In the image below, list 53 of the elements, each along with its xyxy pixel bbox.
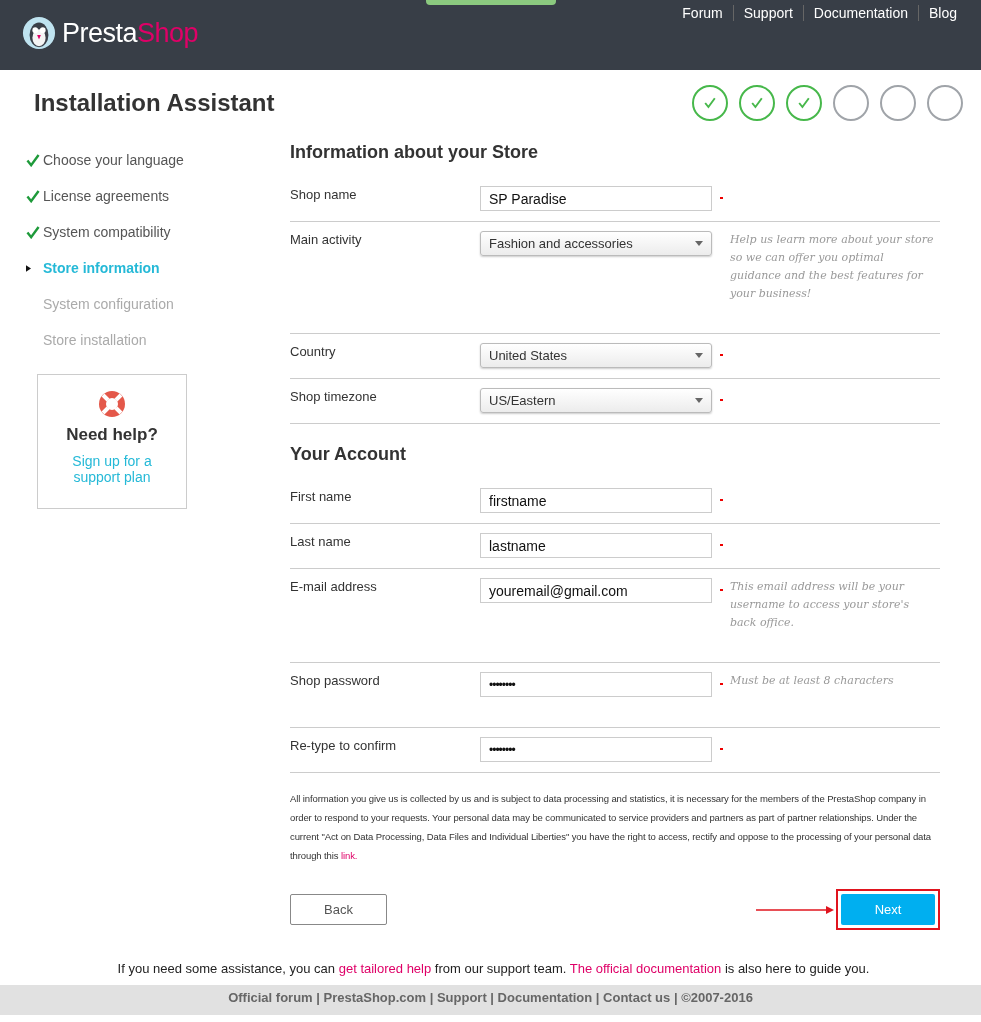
arrow-icon [756,905,834,914]
assistance-link[interactable]: The official documentation [569,961,722,976]
logo-text[interactable]: PrestaShop [62,17,199,49]
lifebuoy-icon [97,389,127,419]
triangle-icon [26,264,31,272]
caret-icon [695,353,703,358]
assistance-link[interactable]: get tailored help [338,961,432,976]
check-icon [796,95,812,111]
dropdown[interactable]: US/Eastern [480,388,712,413]
field-hint: This email address will be your username to access your store's back office. [730,579,911,631]
input-field[interactable]: •••••••• [480,672,712,697]
privacy-link[interactable]: link. [341,850,358,861]
dropdown[interactable]: United States [480,343,712,368]
field-label: Country [290,343,337,359]
check-icon [26,225,40,239]
step-label[interactable]: License agreements [43,188,170,204]
back-button[interactable]: Back [290,894,387,925]
field-label: Main activity [290,231,363,247]
assistance-text: If you need some assistance, you can get tailored help from our support team. The official documentation is also here to guide you. [116,961,871,976]
penguin-logo-icon [22,16,56,50]
caret-icon [695,241,703,246]
field-label: Shop timezone [290,388,378,404]
field-label: Re-type to confirm [290,737,398,753]
input-field[interactable]: •••••••• [480,737,712,762]
field-label: Shop name [290,186,358,202]
check-icon [749,95,765,111]
input-field[interactable]: firstname [480,488,712,513]
privacy-notice: All information you give us is collected by us and is subject to data processing and statistics, it is necessary for the members of the PrestaShop company in order to respond to your requests. Your personal data may be communicated to service providers and partners as part of partner relationships. Under the current "Act on Data Processing, Data Files and Individual Liberties" you have the right to access, rectify and oppose to the processing of your personal data through this link. [290,792,932,863]
input-field[interactable]: youremail@gmail.com [480,578,712,603]
field-hint: Help us learn more about your store so we can offer you optimal guidance and the best features for your business! [730,232,935,302]
check-icon [26,153,40,167]
section-title: Information about your Store [290,142,539,163]
footer-links[interactable]: Official forum | PrestaShop.com | Support | Documentation | Contact us | ©2007-2016 [228,990,753,1015]
input-field[interactable]: SP Paradise [480,186,712,211]
nav-link[interactable]: Forum [672,5,733,21]
field-label: Shop password [290,672,381,688]
check-icon [26,189,40,203]
caret-icon [695,398,703,403]
help-title: Need help? [66,425,158,445]
nav-link[interactable]: Blog [917,5,967,21]
field-label: E-mail address [290,578,378,594]
input-field[interactable]: lastname [480,533,712,558]
check-icon [702,95,718,111]
field-hint: Must be at least 8 characters [730,673,895,689]
page-title: Installation Assistant [34,89,275,117]
step-label[interactable]: System compatibility [43,224,171,240]
dropdown[interactable]: Fashion and accessories [480,231,712,256]
section-title: Your Account [290,444,407,465]
nav-link[interactable]: Documentation [802,5,918,21]
field-label: First name [290,488,353,504]
nav-link[interactable]: Support [732,5,803,21]
step-label[interactable]: Choose your language [43,152,184,168]
field-label: Last name [290,533,352,549]
